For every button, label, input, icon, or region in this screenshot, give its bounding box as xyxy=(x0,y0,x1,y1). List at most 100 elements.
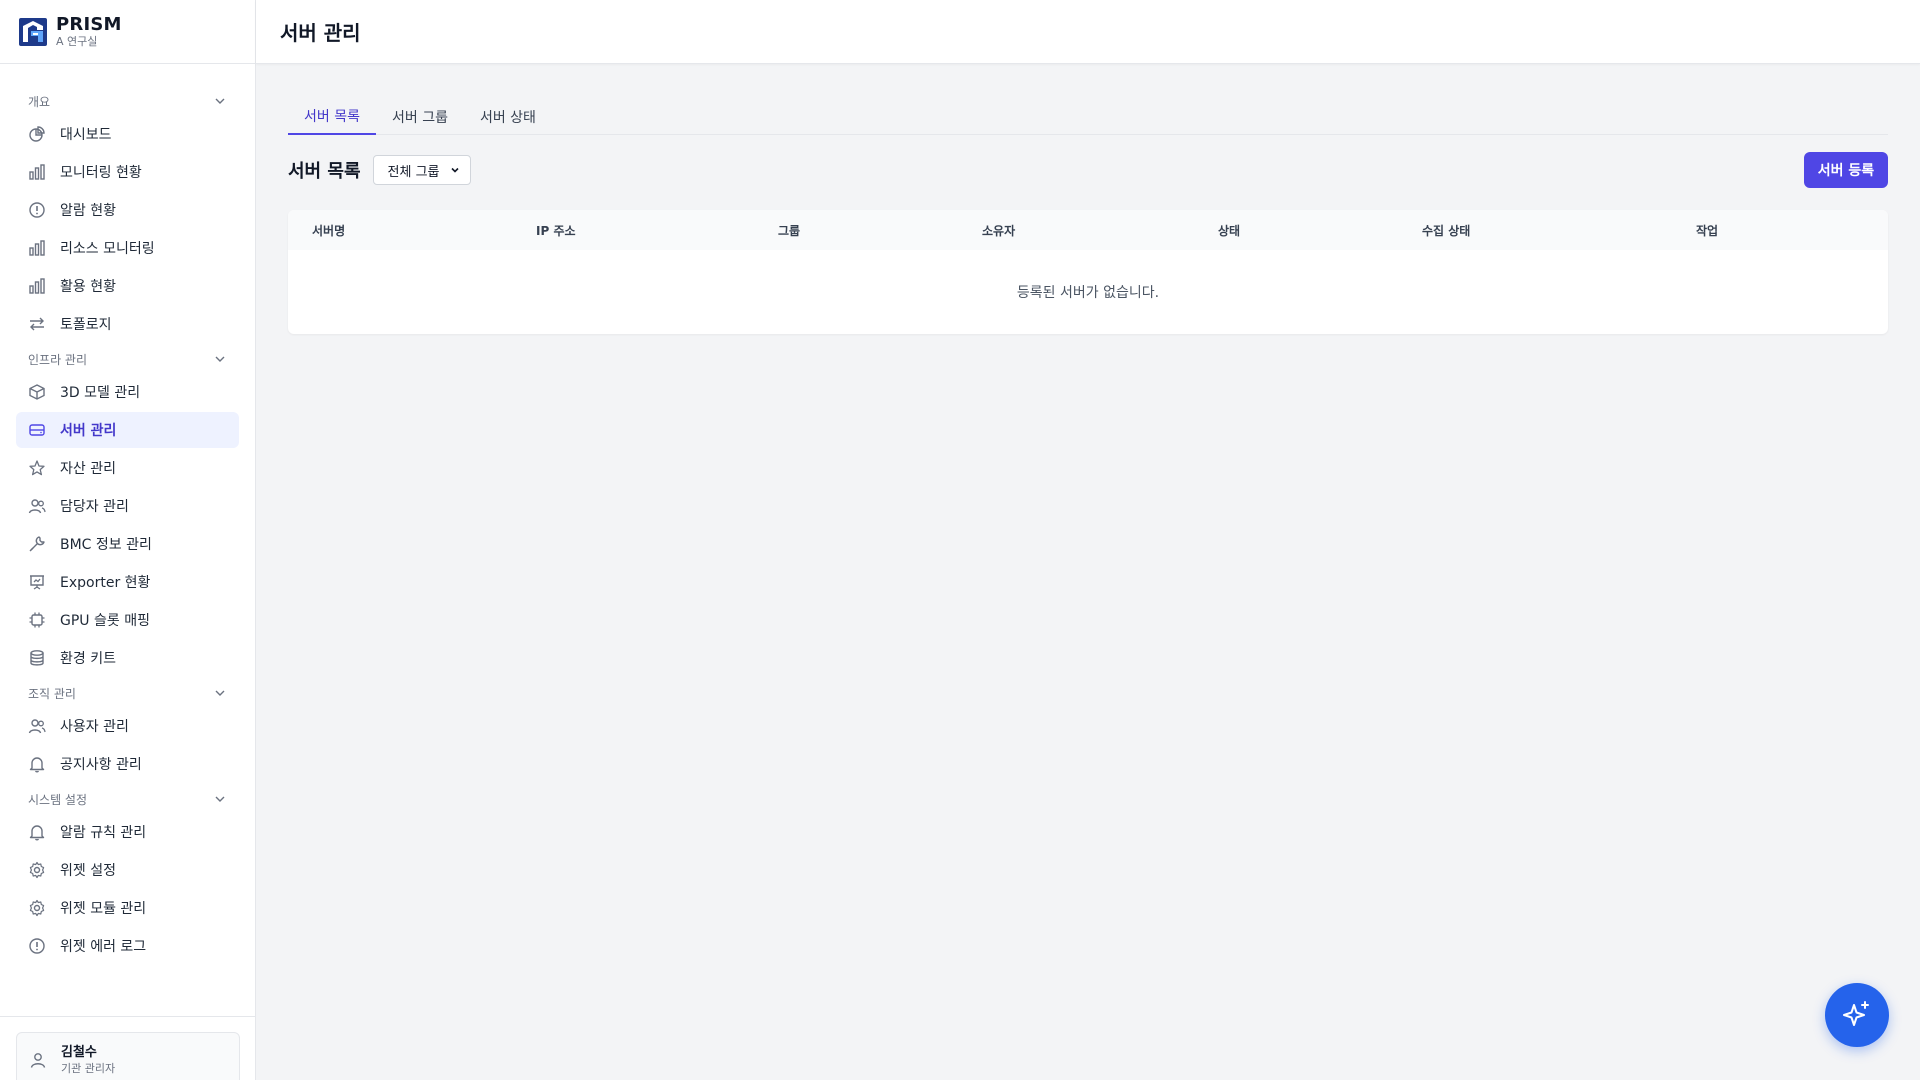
sidebar-item-widget-error-log[interactable]: 위젯 에러 로그 xyxy=(16,928,239,964)
star-icon xyxy=(29,460,45,476)
sidebar-item-users[interactable]: 사용자 관리 xyxy=(16,708,239,744)
sidebar-item-label: 위젯 에러 로그 xyxy=(60,939,147,955)
sidebar-item-label: 위젯 모듈 관리 xyxy=(60,901,147,917)
group-filter-value: 전체 그룹 xyxy=(387,164,440,180)
sidebar-item-managers[interactable]: 담당자 관리 xyxy=(16,488,239,524)
sidebar-item-topology[interactable]: 토폴로지 xyxy=(16,306,239,342)
chevron-down-icon xyxy=(215,356,225,362)
alert-circle-icon xyxy=(29,938,45,954)
nav-section-overview[interactable]: 개요 xyxy=(16,88,239,114)
sparkle-icon xyxy=(1843,1001,1869,1026)
sidebar-item-exporter[interactable]: Exporter 현황 xyxy=(16,564,239,600)
server-table: 서버명 IP 주소 그룹 소유자 상태 수집 상태 작업 등록된 서버가 없습니… xyxy=(288,210,1888,334)
sidebar-item-notices[interactable]: 공지사항 관리 xyxy=(16,746,239,782)
arrows-swap-icon xyxy=(30,317,44,331)
add-server-button[interactable]: 서버 등록 xyxy=(1804,152,1888,188)
brand[interactable]: PRISM A 연구실 xyxy=(0,0,255,64)
column-header-name[interactable]: 서버명 xyxy=(288,222,536,239)
cube-icon xyxy=(29,384,45,400)
column-header-actions: 작업 xyxy=(1696,223,1719,238)
sidebar-item-widget-modules[interactable]: 위젯 모듈 관리 xyxy=(16,890,239,926)
sidebar-item-label: 담당자 관리 xyxy=(60,499,129,515)
sidebar-item-label: 서버 관리 xyxy=(60,423,117,439)
column-header-owner[interactable]: 소유자 xyxy=(982,222,1218,239)
page-title: 서버 관리 xyxy=(280,21,361,45)
nav-section-label: 시스템 설정 xyxy=(28,792,88,807)
sidebar-item-label: 토폴로지 xyxy=(60,317,112,333)
sidebar-item-resource-monitoring[interactable]: 리소스 모니터링 xyxy=(16,230,239,266)
gear-icon xyxy=(29,899,45,917)
sidebar-nav: 개요 대시보드 모니터링 현황 알람 현황 리소스 모니터링 활용 현황 토폴로… xyxy=(0,64,255,964)
users-icon xyxy=(28,719,46,734)
sidebar-item-label: 공지사항 관리 xyxy=(60,757,142,773)
ai-assistant-button[interactable] xyxy=(1825,983,1889,1047)
bar-chart-icon xyxy=(29,164,45,180)
page-header: 서버 관리 xyxy=(256,0,1920,64)
main-content: 서버 목록 서버 그룹 서버 상태 서버 목록 전체 그룹 서버 등록 서버명 … xyxy=(288,98,1888,334)
tab-bar: 서버 목록 서버 그룹 서버 상태 xyxy=(288,98,1888,135)
gear-icon xyxy=(29,861,45,879)
sidebar-item-label: 알람 현황 xyxy=(60,203,116,219)
database-icon xyxy=(30,650,44,666)
brand-org: A 연구실 xyxy=(56,34,98,48)
brand-name: PRISM xyxy=(56,13,122,35)
sidebar-item-gpu-slots[interactable]: GPU 슬롯 매핑 xyxy=(16,602,239,638)
sidebar-item-label: 자산 관리 xyxy=(60,461,116,477)
column-header-collection-status[interactable]: 수집 상태 xyxy=(1422,222,1696,239)
tab-server-list[interactable]: 서버 목록 xyxy=(288,98,376,135)
wrench-icon xyxy=(29,536,45,552)
column-header-ip[interactable]: IP 주소 xyxy=(536,222,778,239)
user-role: 기관 관리자 xyxy=(61,1062,116,1075)
sidebar-item-dashboard[interactable]: 대시보드 xyxy=(16,116,239,152)
user-icon xyxy=(30,1053,46,1068)
sidebar-item-env-kit[interactable]: 환경 키트 xyxy=(16,640,239,676)
divider xyxy=(0,1016,256,1017)
sidebar-item-alarm-rules[interactable]: 알람 규칙 관리 xyxy=(16,814,239,850)
nav-section-infra[interactable]: 인프라 관리 xyxy=(16,346,239,372)
sidebar-item-bmc[interactable]: BMC 정보 관리 xyxy=(16,526,239,562)
list-title: 서버 목록 xyxy=(288,161,361,182)
chevron-down-icon xyxy=(215,98,225,104)
sidebar-item-label: 활용 현황 xyxy=(60,279,116,295)
sidebar-item-label: GPU 슬롯 매핑 xyxy=(60,613,150,629)
nav-section-system[interactable]: 시스템 설정 xyxy=(16,786,239,812)
group-filter-select[interactable]: 전체 그룹 xyxy=(372,155,471,185)
sidebar-item-3d-models[interactable]: 3D 모델 관리 xyxy=(16,374,239,410)
chevron-down-icon xyxy=(215,690,225,696)
user-profile-card[interactable]: 김철수 기관 관리자 xyxy=(16,1032,240,1080)
presentation-chart-icon xyxy=(30,575,44,590)
sidebar-item-label: 대시보드 xyxy=(60,127,112,143)
sidebar-item-label: 위젯 설정 xyxy=(60,863,116,879)
chevron-down-icon xyxy=(215,796,225,802)
column-header-status[interactable]: 상태 xyxy=(1218,222,1422,239)
empty-state-message: 등록된 서버가 없습니다. xyxy=(1016,285,1160,301)
tab-server-groups[interactable]: 서버 그룹 xyxy=(376,98,464,135)
sidebar-item-alarms[interactable]: 알람 현황 xyxy=(16,192,239,228)
nav-section-org[interactable]: 조직 관리 xyxy=(16,680,239,706)
server-icon xyxy=(29,424,45,436)
sidebar-item-label: BMC 정보 관리 xyxy=(60,537,152,553)
sidebar-item-label: 알람 규칙 관리 xyxy=(60,825,147,841)
alert-circle-icon xyxy=(29,202,45,218)
pie-chart-icon xyxy=(29,126,45,142)
sidebar-item-label: Exporter 현황 xyxy=(60,575,151,591)
column-header-group[interactable]: 그룹 xyxy=(778,222,982,239)
users-icon xyxy=(28,499,46,514)
sidebar: PRISM A 연구실 개요 대시보드 모니터링 현황 알람 현황 리소스 모니… xyxy=(0,0,256,1080)
nav-section-label: 개요 xyxy=(28,94,51,109)
sidebar-item-monitoring[interactable]: 모니터링 현황 xyxy=(16,154,239,190)
sidebar-item-label: 리소스 모니터링 xyxy=(60,241,155,257)
table-header: 서버명 IP 주소 그룹 소유자 상태 수집 상태 작업 xyxy=(288,210,1888,250)
sidebar-item-widget-settings[interactable]: 위젯 설정 xyxy=(16,852,239,888)
sidebar-item-servers[interactable]: 서버 관리 xyxy=(16,412,239,448)
bell-icon xyxy=(29,757,45,773)
sidebar-item-usage[interactable]: 활용 현황 xyxy=(16,268,239,304)
bar-chart-icon xyxy=(29,278,45,294)
sidebar-item-assets[interactable]: 자산 관리 xyxy=(16,450,239,486)
sidebar-item-label: 환경 키트 xyxy=(60,651,116,667)
sidebar-item-label: 모니터링 현황 xyxy=(60,165,142,181)
nav-section-label: 인프라 관리 xyxy=(28,352,88,367)
tab-server-status[interactable]: 서버 상태 xyxy=(464,98,552,135)
bar-chart-icon xyxy=(29,240,45,256)
sidebar-item-label: 사용자 관리 xyxy=(60,719,129,735)
